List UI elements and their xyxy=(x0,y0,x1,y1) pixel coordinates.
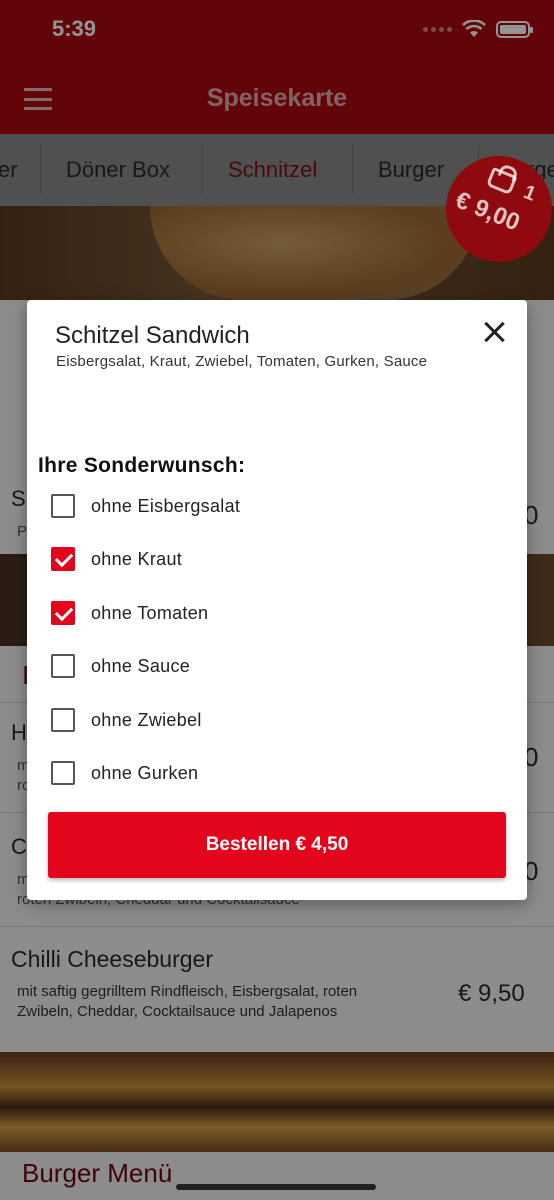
option-ohne-zwiebel[interactable]: ohne Zwiebel xyxy=(51,707,202,733)
checkbox[interactable] xyxy=(51,601,75,625)
dialog-description: Eisbergsalat, Kraut, Zwiebel, Tomaten, G… xyxy=(56,353,428,370)
order-button[interactable]: Bestellen € 4,50 xyxy=(48,812,506,878)
option-label: ohne Zwiebel xyxy=(91,709,202,730)
option-ohne-tomaten[interactable]: ohne Tomaten xyxy=(51,600,208,626)
option-label: ohne Eisbergsalat xyxy=(91,495,241,516)
checkbox[interactable] xyxy=(51,708,75,732)
basket-count: 1 xyxy=(520,181,539,206)
option-ohne-sauce[interactable]: ohne Sauce xyxy=(51,653,190,679)
option-ohne-eisbergsalat[interactable]: ohne Eisbergsalat xyxy=(51,493,240,519)
checkbox[interactable] xyxy=(51,494,75,518)
option-label: ohne Gurken xyxy=(91,762,199,783)
checkbox[interactable] xyxy=(51,547,75,571)
options-heading: Ihre Sonderwunsch: xyxy=(38,454,246,477)
option-ohne-gurken[interactable]: ohne Gurken xyxy=(51,760,198,786)
basket-total: € 9,00 xyxy=(451,186,524,237)
basket-icon xyxy=(485,166,518,196)
special-request-dialog: Schitzel Sandwich Eisbergsalat, Kraut, Z… xyxy=(27,300,527,900)
option-label: ohne Sauce xyxy=(91,655,191,676)
dialog-title: Schitzel Sandwich xyxy=(55,322,250,349)
checkbox[interactable] xyxy=(51,761,75,785)
option-label: ohne Kraut xyxy=(91,548,183,569)
close-icon[interactable] xyxy=(483,320,507,344)
option-label: ohne Tomaten xyxy=(91,602,209,623)
option-ohne-kraut[interactable]: ohne Kraut xyxy=(51,546,182,572)
checkbox[interactable] xyxy=(51,654,75,678)
home-indicator xyxy=(176,1184,376,1190)
